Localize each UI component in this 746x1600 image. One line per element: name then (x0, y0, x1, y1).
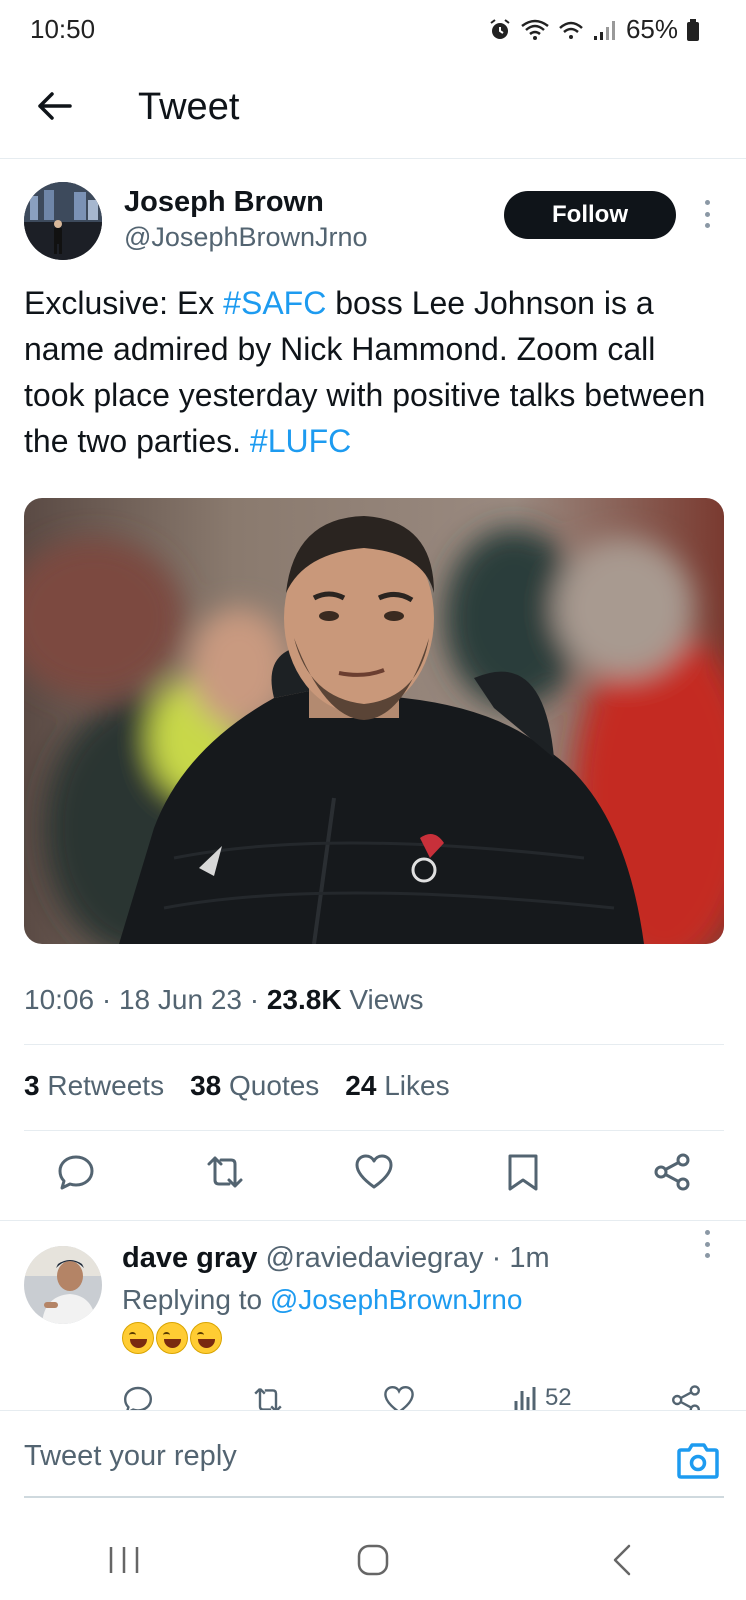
laughing-emoji-icon (156, 1322, 188, 1354)
reply-actions: 52 (122, 1384, 702, 1410)
like-button[interactable] (352, 1150, 396, 1194)
back-arrow-icon (38, 92, 72, 120)
reply-like-button[interactable] (383, 1384, 415, 1410)
tweet-actions (24, 1150, 724, 1194)
reply-more-icon[interactable] (700, 1230, 714, 1258)
nav-back-icon (613, 1544, 630, 1576)
share-icon (654, 1153, 690, 1191)
reply-author-name[interactable]: dave gray (122, 1242, 257, 1274)
system-nav-bar (0, 1520, 746, 1600)
reply-reply-button[interactable] (122, 1384, 154, 1410)
likes-stat[interactable]: 24 Likes (345, 1070, 449, 1102)
more-icon[interactable] (700, 200, 714, 228)
reply-button[interactable] (54, 1150, 98, 1194)
reply-input[interactable]: Tweet your reply (24, 1440, 237, 1473)
hashtag-safc[interactable]: #SAFC (223, 285, 326, 321)
retweet-icon (207, 1156, 243, 1188)
home-icon (357, 1544, 389, 1576)
compose-underline (24, 1496, 724, 1498)
share-button[interactable] (650, 1150, 694, 1194)
tweet-date: 18 Jun 23 (118, 984, 242, 1015)
reply-icon (58, 1155, 94, 1190)
home-button[interactable] (343, 1535, 403, 1585)
signal-icon (593, 20, 615, 40)
reply-author-handle[interactable]: @raviedaviegray (265, 1242, 483, 1274)
author-avatar[interactable] (24, 182, 102, 260)
retweet-button[interactable] (203, 1150, 247, 1194)
views-count: 23.8K (266, 984, 342, 1015)
laughing-emoji-icon (122, 1322, 154, 1354)
reply-views[interactable]: 52 (513, 1384, 572, 1410)
reply-age: 1m (509, 1242, 550, 1274)
reply-views-count: 52 (544, 1384, 572, 1410)
recent-apps-icon (110, 1547, 139, 1573)
tweet-text-part: Exclusive: Ex (24, 285, 224, 321)
tweet-meta: 10:06 · 18 Jun 23 · 23.8K Views (24, 984, 424, 1015)
tweet-time: 10:06 (24, 984, 95, 1015)
like-icon (355, 1154, 393, 1189)
camera-icon (677, 1443, 719, 1479)
status-time: 10:50 (30, 14, 96, 44)
wifi-calling-icon (559, 21, 583, 39)
reply-text (122, 1322, 224, 1354)
alarm-icon (490, 18, 510, 39)
hashtag-lufc[interactable]: #LUFC (250, 423, 351, 459)
back-button[interactable] (34, 86, 74, 126)
author-handle[interactable]: @JosephBrownJrno (124, 222, 368, 253)
tweet-stats: 3 Retweets 38 Quotes 24 Likes (24, 1070, 450, 1102)
divider (24, 1044, 724, 1045)
page-title: Tweet (138, 86, 240, 128)
header-divider (0, 158, 746, 159)
divider (24, 1130, 724, 1131)
bookmark-icon (508, 1154, 538, 1191)
laughing-emoji-icon (190, 1322, 222, 1354)
status-icons: 65% (488, 14, 700, 45)
follow-button[interactable]: Follow (504, 191, 676, 239)
reply-share-button[interactable] (670, 1384, 702, 1410)
battery-percent: 65% (625, 14, 678, 44)
compose-divider (0, 1410, 746, 1411)
camera-button[interactable] (676, 1440, 720, 1480)
tweet-text: Exclusive: Ex #SAFC boss Lee Johnson is … (24, 280, 724, 464)
quotes-stat[interactable]: 38 Quotes (190, 1070, 319, 1102)
battery-icon (687, 18, 699, 41)
share-icon (671, 1385, 700, 1410)
views-icon (514, 1387, 536, 1410)
views-label: Views (349, 984, 424, 1015)
recent-apps-button[interactable] (94, 1535, 154, 1585)
retweet-icon (254, 1387, 282, 1410)
replying-to: Replying to @JosephBrownJrno (122, 1284, 522, 1316)
reply-avatar[interactable] (24, 1246, 102, 1324)
author-name[interactable]: Joseph Brown (124, 186, 324, 219)
replying-to-mention[interactable]: @JosephBrownJrno (270, 1284, 523, 1315)
reply-retweet-button[interactable] (252, 1384, 284, 1410)
retweets-stat[interactable]: 3 Retweets (24, 1070, 164, 1102)
bookmark-button[interactable] (501, 1150, 545, 1194)
divider (0, 1220, 746, 1221)
wifi-icon (521, 19, 549, 40)
tweet-photo[interactable] (24, 498, 724, 944)
nav-back-button[interactable] (592, 1535, 652, 1585)
reply-icon (123, 1386, 153, 1410)
reply-header: dave gray @raviedaviegray · 1m (122, 1242, 550, 1274)
like-icon (383, 1385, 414, 1410)
replying-to-prefix: Replying to (122, 1284, 263, 1315)
